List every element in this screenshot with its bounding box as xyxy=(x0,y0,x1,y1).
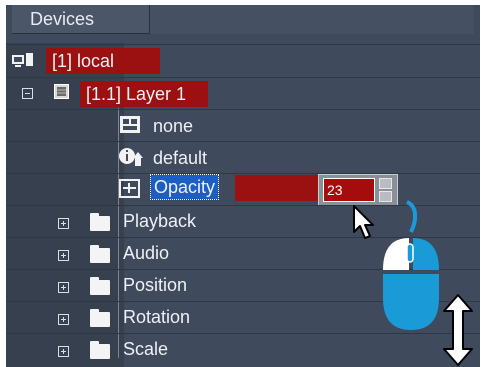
item-label-none[interactable]: none xyxy=(153,113,193,139)
folder-icon xyxy=(90,277,110,295)
expand-icon[interactable] xyxy=(58,282,69,293)
tree-row-default[interactable]: default xyxy=(6,141,480,172)
expand-icon[interactable] xyxy=(58,314,69,325)
computer-icon xyxy=(12,53,33,67)
folder-label-audio[interactable]: Audio xyxy=(123,240,169,266)
parameter-icon xyxy=(119,179,140,198)
expand-icon[interactable] xyxy=(58,218,69,229)
item-label-default[interactable]: default xyxy=(153,145,207,171)
tree-row-device[interactable]: [1] local xyxy=(6,44,480,75)
folder-icon xyxy=(90,341,110,359)
collapse-icon[interactable] xyxy=(22,88,33,99)
folder-icon xyxy=(90,309,110,327)
mapping-icon xyxy=(120,116,140,133)
opacity-value-input[interactable]: 23 xyxy=(323,178,375,202)
mouse-scroll-icon xyxy=(383,200,439,330)
item-label-opacity[interactable]: Opacity xyxy=(149,174,220,200)
folder-label-scale[interactable]: Scale xyxy=(123,336,168,362)
folder-label-playback[interactable]: Playback xyxy=(123,208,196,234)
tree-row-none[interactable]: none xyxy=(6,109,480,140)
folder-label-rotation[interactable]: Rotation xyxy=(123,304,190,330)
layer-label[interactable]: [1.1] Layer 1 xyxy=(80,81,208,107)
expand-icon[interactable] xyxy=(58,250,69,261)
device-label[interactable]: [1] local xyxy=(46,48,160,74)
panel-header-bar xyxy=(150,5,474,34)
panel-title: Devices xyxy=(12,5,150,34)
info-icon xyxy=(119,148,143,166)
folder-icon xyxy=(90,213,110,231)
expand-icon[interactable] xyxy=(58,346,69,357)
folder-icon xyxy=(90,245,110,263)
spin-up-button[interactable] xyxy=(379,178,392,189)
layer-icon xyxy=(54,84,69,99)
up-down-arrow-icon xyxy=(443,294,473,366)
tree-row-layer[interactable]: [1.1] Layer 1 xyxy=(6,77,480,108)
folder-label-position[interactable]: Position xyxy=(123,272,187,298)
